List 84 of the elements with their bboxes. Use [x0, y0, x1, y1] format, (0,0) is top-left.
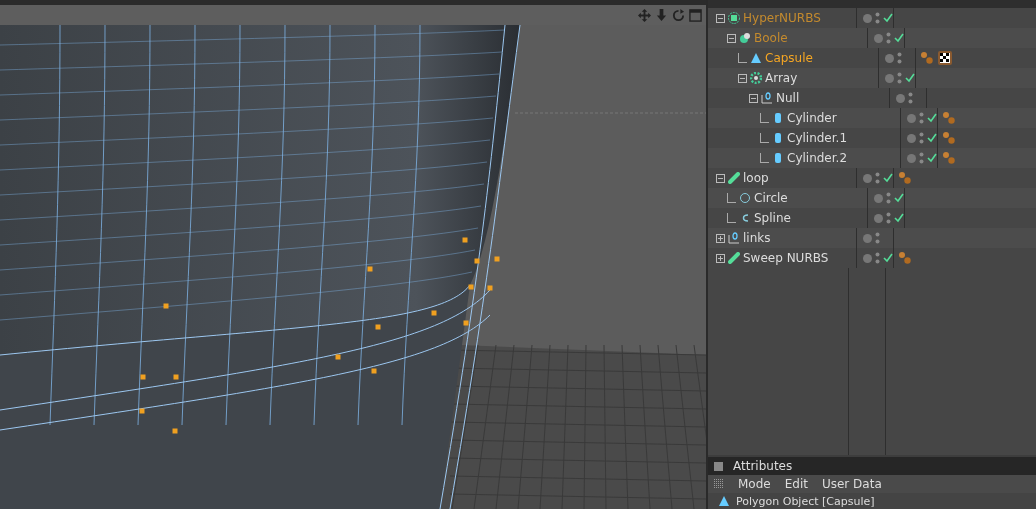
- object-name[interactable]: Circle: [754, 191, 788, 205]
- cube-icon: [728, 12, 740, 24]
- texture-tag-icon[interactable]: [938, 51, 952, 65]
- phong-tag-icon[interactable]: [898, 251, 912, 265]
- visibility-dots-icon[interactable]: [886, 192, 891, 204]
- visibility-dot[interactable]: [874, 193, 883, 203]
- checkmark-icon[interactable]: [927, 153, 937, 163]
- visibility-dots-icon[interactable]: [875, 172, 880, 184]
- visibility-dot[interactable]: [896, 93, 905, 103]
- visibility-dots-icon[interactable]: [897, 52, 902, 64]
- visibility-dot[interactable]: [874, 33, 883, 43]
- cylinder-icon: [772, 132, 784, 144]
- visibility-dots-icon[interactable]: [886, 212, 891, 224]
- visibility-dots-icon[interactable]: [875, 252, 880, 264]
- visibility-dot[interactable]: [907, 113, 916, 123]
- visibility-dots-icon[interactable]: [919, 152, 924, 164]
- visibility-dots-icon[interactable]: [897, 72, 902, 84]
- expand-icon[interactable]: [716, 233, 725, 243]
- visibility-dots-icon[interactable]: [875, 232, 880, 244]
- checkmark-icon[interactable]: [883, 253, 893, 263]
- checkmark-icon[interactable]: [894, 33, 904, 43]
- checkmark-icon[interactable]: [905, 73, 915, 83]
- panel-icon: [714, 461, 723, 471]
- checkmark-icon[interactable]: [883, 13, 893, 23]
- tube-icon: [728, 172, 740, 184]
- object-name[interactable]: links: [743, 231, 771, 245]
- menu-item[interactable]: Edit: [784, 477, 808, 491]
- rotate-icon[interactable]: [672, 8, 685, 22]
- menu-item[interactable]: User Data: [821, 477, 882, 491]
- visibility-dot[interactable]: [885, 73, 894, 83]
- checkmark-icon[interactable]: [894, 193, 904, 203]
- panel-title: Attributes: [733, 459, 793, 473]
- checkmark-icon[interactable]: [927, 113, 937, 123]
- checkmark-icon[interactable]: [927, 133, 937, 143]
- collapse-icon[interactable]: [749, 93, 758, 103]
- object-name[interactable]: Cylinder.2: [787, 151, 848, 165]
- object-name[interactable]: Cylinder.1: [787, 131, 848, 145]
- visibility-dots-icon[interactable]: [908, 92, 913, 104]
- object-name[interactable]: Null: [776, 91, 800, 105]
- object-name[interactable]: Sweep NURBS: [743, 251, 829, 265]
- cylinder-icon: [772, 112, 784, 124]
- arrow-icon[interactable]: [655, 8, 668, 22]
- visibility-dots-icon[interactable]: [886, 32, 891, 44]
- object-name[interactable]: Cylinder: [787, 111, 837, 125]
- expand-icon[interactable]: [716, 253, 725, 263]
- object-name[interactable]: Capsule: [765, 51, 813, 65]
- phong-tag-icon[interactable]: [942, 111, 956, 125]
- move-icon[interactable]: [638, 8, 651, 22]
- boole-icon: [739, 32, 751, 44]
- object-title: Polygon Object [Capsule]: [736, 494, 875, 508]
- phong-tag-icon[interactable]: [942, 131, 956, 145]
- collapse-icon[interactable]: [716, 173, 725, 183]
- visibility-dot[interactable]: [863, 173, 872, 183]
- phong-tag-icon[interactable]: [942, 151, 956, 165]
- circle-icon: [739, 192, 751, 204]
- visibility-dot[interactable]: [907, 133, 916, 143]
- cylinder-icon: [772, 152, 784, 164]
- array-icon: [750, 72, 762, 84]
- visibility-dot[interactable]: [863, 233, 872, 243]
- visibility-dots-icon[interactable]: [875, 12, 880, 24]
- collapse-icon[interactable]: [738, 73, 747, 83]
- object-name[interactable]: Array: [765, 71, 798, 85]
- object-name[interactable]: loop: [743, 171, 769, 185]
- visibility-dot[interactable]: [885, 53, 894, 63]
- object-name[interactable]: Spline: [754, 211, 791, 225]
- checkmark-icon[interactable]: [883, 173, 893, 183]
- triangle-icon: [750, 52, 762, 64]
- visibility-dot[interactable]: [863, 13, 872, 23]
- null-icon: [728, 232, 740, 244]
- checkmark-icon[interactable]: [894, 213, 904, 223]
- visibility-dot[interactable]: [863, 253, 872, 263]
- grip-icon[interactable]: [714, 479, 724, 489]
- collapse-icon[interactable]: [727, 33, 736, 43]
- visibility-dot[interactable]: [874, 213, 883, 223]
- triangle-icon: [718, 495, 730, 507]
- visibility-dots-icon[interactable]: [919, 132, 924, 144]
- menu-item[interactable]: Mode: [738, 477, 771, 491]
- window-icon[interactable]: [689, 8, 702, 22]
- phong-tag-icon[interactable]: [898, 171, 912, 185]
- visibility-dot[interactable]: [907, 153, 916, 163]
- collapse-icon[interactable]: [716, 13, 725, 23]
- tube-icon: [728, 252, 740, 264]
- visibility-dots-icon[interactable]: [919, 112, 924, 124]
- null-icon: [761, 92, 773, 104]
